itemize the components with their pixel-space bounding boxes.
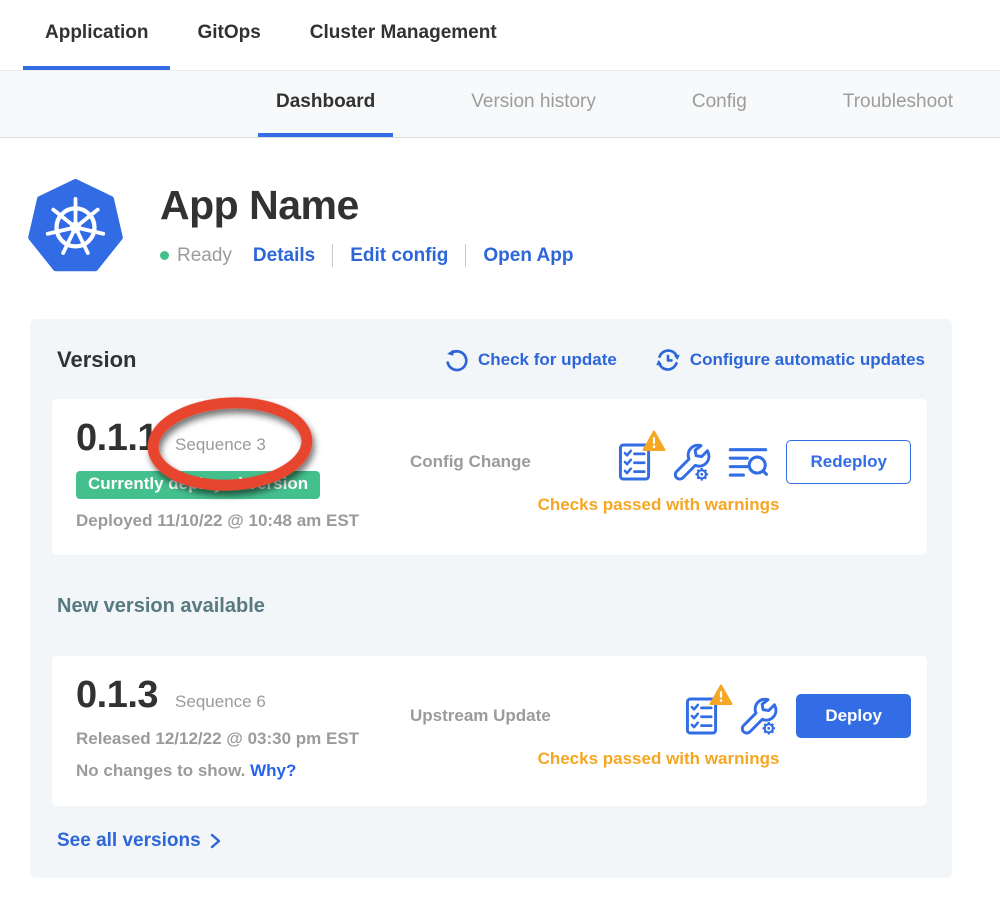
available-version-info: 0.1.3 Sequence 6 Released 12/12/22 @ 03:… [76, 670, 406, 792]
redeploy-button[interactable]: Redeploy [786, 440, 911, 484]
warning-triangle-icon [642, 430, 666, 452]
tab-cluster-management[interactable]: Cluster Management [288, 0, 519, 70]
edit-config-link[interactable]: Edit config [350, 245, 448, 267]
current-checks-warning: Checks passed with warnings [406, 495, 911, 515]
no-changes-line: No changes to show. Why? [76, 761, 406, 781]
top-nav: Application GitOps Cluster Management [0, 0, 1000, 70]
available-version-source: Upstream Update [406, 706, 596, 726]
tab-application[interactable]: Application [23, 0, 170, 70]
version-card-header: Version Check for update Configure autom… [30, 319, 952, 373]
tab-gitops-label: GitOps [197, 22, 260, 44]
see-all-versions-link[interactable]: See all versions [57, 830, 222, 852]
check-for-update-label: Check for update [478, 350, 617, 370]
new-version-heading: New version available [57, 595, 952, 618]
preflight-checks-icon[interactable] [618, 442, 654, 482]
current-version-source: Config Change [406, 452, 596, 472]
app-title: App Name [160, 182, 573, 229]
current-version-number: 0.1.1 [76, 417, 158, 460]
available-version-line: 0.1.3 Sequence 6 [76, 674, 406, 717]
kubernetes-logo-icon [28, 178, 123, 273]
available-version-number: 0.1.3 [76, 674, 158, 717]
subtab-config[interactable]: Config [674, 71, 765, 137]
wrench-gear-icon[interactable] [738, 696, 778, 736]
currently-deployed-badge: Currently deployed version [76, 471, 320, 499]
sub-nav: Dashboard Version history Config Trouble… [0, 70, 1000, 138]
available-version-sequence: Sequence 6 [175, 692, 266, 712]
app-header: App Name Ready Details Edit config Open … [0, 138, 1000, 273]
app-status-row: Ready Details Edit config Open App [160, 244, 573, 267]
warning-triangle-icon [709, 684, 733, 706]
check-for-update-link[interactable]: Check for update [444, 347, 617, 373]
wrench-gear-icon[interactable] [671, 442, 711, 482]
no-changes-text: No changes to show. [76, 761, 245, 780]
configure-automatic-updates-label: Configure automatic updates [690, 350, 925, 370]
deploy-button[interactable]: Deploy [796, 694, 911, 738]
subtab-dashboard-label: Dashboard [276, 91, 375, 113]
configure-automatic-updates-link[interactable]: Configure automatic updates [655, 347, 925, 373]
version-card: Version Check for update Configure autom… [30, 319, 952, 878]
available-version-detail: Upstream Update [406, 670, 911, 792]
current-version-row: 0.1.1 Sequence 3 Currently deployed vers… [52, 399, 927, 555]
divider [332, 244, 333, 267]
status-text: Ready [177, 245, 232, 267]
subtab-version-history[interactable]: Version history [453, 71, 614, 137]
preflight-checks-icon[interactable] [685, 696, 721, 736]
status-ready-dot-icon [160, 251, 169, 260]
released-timestamp: Released 12/12/22 @ 03:30 pm EST [76, 729, 406, 749]
version-card-actions: Check for update Configure automatic upd… [444, 347, 925, 373]
current-version-sequence: Sequence 3 [175, 435, 266, 455]
subtab-troubleshoot-label: Troubleshoot [843, 91, 953, 113]
subtab-dashboard[interactable]: Dashboard [258, 71, 393, 137]
see-all-versions-label: See all versions [57, 830, 201, 852]
chevron-right-icon [208, 832, 222, 850]
available-version-icons [685, 696, 778, 736]
tab-application-label: Application [45, 22, 148, 44]
deployed-timestamp: Deployed 11/10/22 @ 10:48 am EST [76, 511, 406, 531]
subtab-version-history-label: Version history [471, 91, 596, 113]
available-checks-warning: Checks passed with warnings [406, 749, 911, 769]
current-version-icons [618, 442, 768, 482]
available-version-row: 0.1.3 Sequence 6 Released 12/12/22 @ 03:… [52, 656, 927, 806]
current-version-detail: Config Change [406, 413, 911, 541]
tab-gitops[interactable]: GitOps [175, 0, 282, 70]
subtab-troubleshoot[interactable]: Troubleshoot [825, 71, 971, 137]
current-version-line: 0.1.1 Sequence 3 [76, 417, 406, 460]
divider [465, 244, 466, 267]
subtab-config-label: Config [692, 91, 747, 113]
why-link[interactable]: Why? [250, 761, 296, 780]
open-app-link[interactable]: Open App [483, 245, 573, 267]
app-header-text: App Name Ready Details Edit config Open … [160, 178, 573, 273]
scheduled-update-icon [655, 347, 681, 373]
refresh-icon [444, 348, 469, 373]
version-card-title: Version [57, 347, 136, 373]
view-diff-icon[interactable] [728, 445, 768, 479]
details-link[interactable]: Details [253, 245, 315, 267]
tab-cluster-management-label: Cluster Management [310, 22, 497, 44]
current-version-info: 0.1.1 Sequence 3 Currently deployed vers… [76, 413, 406, 541]
